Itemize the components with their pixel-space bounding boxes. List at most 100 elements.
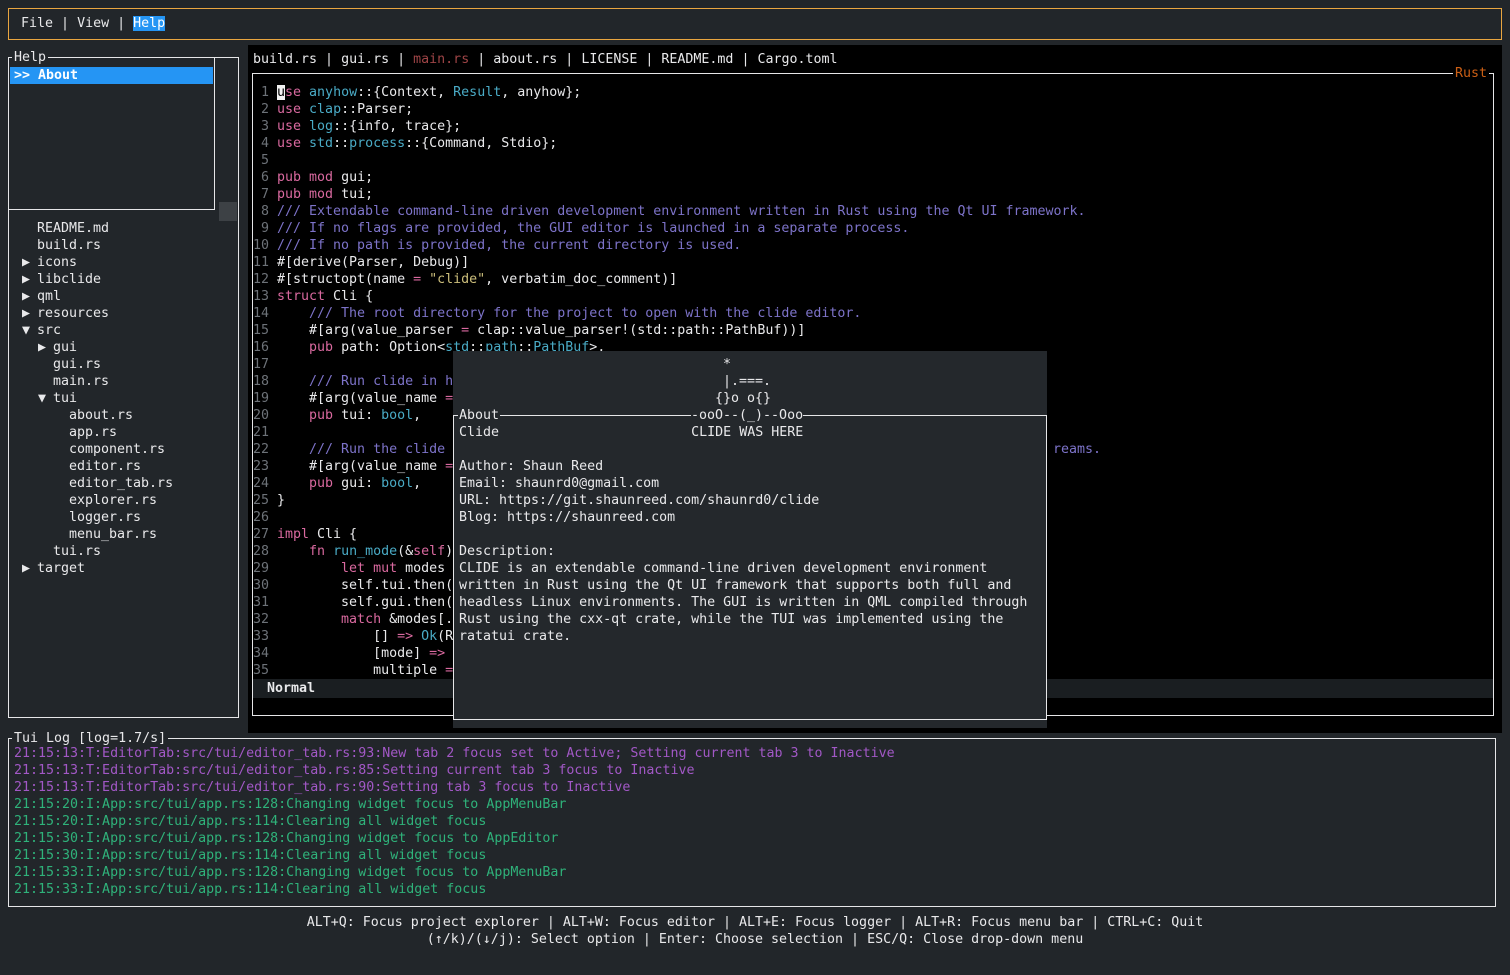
tree-item-label: app.rs — [69, 425, 117, 440]
tree-item-label: component.rs — [69, 442, 165, 457]
tree-item-editor-tab-rs[interactable]: editor_tab.rs — [14, 475, 236, 492]
code-line: 4use std::process::{Command, Stdio}; — [253, 135, 1493, 152]
log-entry: 21:15:30:I:App:src/tui/app.rs:128:Changi… — [14, 830, 1493, 847]
tab-gui-rs[interactable]: gui.rs — [341, 52, 389, 67]
tree-item-tui-rs[interactable]: tui.rs — [14, 543, 236, 560]
tree-item-label: src — [37, 323, 61, 338]
line-number: 21 — [253, 424, 269, 441]
log-entry: 21:15:20:I:App:src/tui/app.rs:114:Cleari… — [14, 813, 1493, 830]
line-number: 6 — [253, 169, 269, 186]
line-number: 31 — [253, 594, 269, 611]
tree-item-label: main.rs — [53, 374, 109, 389]
tree-item-label: gui.rs — [53, 357, 101, 372]
log-lines: 21:15:13:T:EditorTab:src/tui/editor_tab.… — [14, 745, 1493, 898]
tree-item-label: gui — [53, 340, 77, 355]
line-number: 17 — [253, 356, 269, 373]
tab-main-rs[interactable]: main.rs — [413, 52, 469, 67]
code-line: 10/// If no path is provided, the curren… — [253, 237, 1493, 254]
tab-license[interactable]: LICENSE — [581, 52, 637, 67]
chevron-collapsed-icon: ▶ — [22, 560, 37, 577]
menu-items: File | View | Help — [21, 15, 165, 32]
tree-item-icons[interactable]: ▶icons — [14, 254, 236, 271]
tree-item-qml[interactable]: ▶qml — [14, 288, 236, 305]
line-number: 8 — [253, 203, 269, 220]
line-number: 5 — [253, 152, 269, 169]
tree-item-editor-rs[interactable]: editor.rs — [14, 458, 236, 475]
log-entry: 21:15:20:I:App:src/tui/app.rs:128:Changi… — [14, 796, 1493, 813]
tree-item-logger-rs[interactable]: logger.rs — [14, 509, 236, 526]
chevron-collapsed-icon: ▶ — [22, 305, 37, 322]
line-number: 25 — [253, 492, 269, 509]
tree-item-label: README.md — [37, 221, 109, 236]
tree-item-explorer-rs[interactable]: explorer.rs — [14, 492, 236, 509]
tree-item-build-rs[interactable]: build.rs — [14, 237, 236, 254]
tree-item-src[interactable]: ▼src — [14, 322, 236, 339]
tab-readme-md[interactable]: README.md — [661, 52, 733, 67]
chevron-expanded-icon: ▼ — [38, 390, 53, 407]
menu-item-help[interactable]: Help — [133, 16, 165, 31]
menu-item-file[interactable]: File — [21, 16, 53, 31]
line-number: 15 — [253, 322, 269, 339]
code-line: 12#[structopt(name = "clide", verbatim_d… — [253, 271, 1493, 288]
line-number: 10 — [253, 237, 269, 254]
chevron-collapsed-icon: ▶ — [22, 288, 37, 305]
shortcut-line-1: ALT+Q: Focus project explorer | ALT+W: F… — [0, 914, 1510, 931]
tree-item-label: icons — [37, 255, 77, 270]
dropdown-item-about[interactable]: >> About — [10, 67, 213, 84]
explorer-scrollbar-thumb[interactable] — [219, 202, 237, 221]
line-number: 13 — [253, 288, 269, 305]
line-number: 9 — [253, 220, 269, 237]
code-line: 8/// Extendable command-line driven deve… — [253, 203, 1493, 220]
tree-item-component-rs[interactable]: component.rs — [14, 441, 236, 458]
tab-separator: | — [389, 52, 413, 67]
tree-item-resources[interactable]: ▶resources — [14, 305, 236, 322]
tree-item-label: build.rs — [37, 238, 101, 253]
editor-tab-bar: build.rs | gui.rs | main.rs | about.rs |… — [253, 51, 838, 68]
editor-mode-indicator: Normal — [267, 680, 315, 697]
tab-separator: | — [469, 52, 493, 67]
ascii-art-mascot: * |.===. {}o o{} — [691, 356, 771, 407]
tree-item-label: tui — [53, 391, 77, 406]
tree-item-label: about.rs — [69, 408, 133, 423]
line-number: 18 — [253, 373, 269, 390]
tree-item-main-rs[interactable]: main.rs — [14, 373, 236, 390]
tree-item-tui[interactable]: ▼tui — [14, 390, 236, 407]
tree-item-label: editor.rs — [69, 459, 141, 474]
code-line: 15 #[arg(value_parser = clap::value_pars… — [253, 322, 1493, 339]
tree-item-app-rs[interactable]: app.rs — [14, 424, 236, 441]
about-popup-box: About -ooO--(_)--Ooo Clide CLIDE WAS HER… — [453, 415, 1047, 720]
tree-item-menu-bar-rs[interactable]: menu_bar.rs — [14, 526, 236, 543]
tree-item-label: resources — [37, 306, 109, 321]
tree-item-gui-rs[interactable]: gui.rs — [14, 356, 236, 373]
line-number: 23 — [253, 458, 269, 475]
tab-separator: | — [637, 52, 661, 67]
line-number: 1 — [253, 84, 269, 101]
log-entry: 21:15:33:I:App:src/tui/app.rs:114:Cleari… — [14, 881, 1493, 898]
log-entry: 21:15:13:T:EditorTab:src/tui/editor_tab.… — [14, 762, 1493, 779]
chevron-expanded-icon: ▼ — [22, 322, 37, 339]
line-number: 3 — [253, 118, 269, 135]
help-dropdown-title: Help — [12, 49, 48, 66]
language-badge: Rust — [1453, 65, 1489, 82]
line-number: 29 — [253, 560, 269, 577]
line-number: 14 — [253, 305, 269, 322]
tab-separator: | — [557, 52, 581, 67]
about-popup: * |.===. {}o o{} About -ooO--(_)--Ooo Cl… — [453, 351, 1047, 728]
tree-item-about-rs[interactable]: about.rs — [14, 407, 236, 424]
menu-item-view[interactable]: View — [77, 16, 109, 31]
line-number: 22 — [253, 441, 269, 458]
tree-item-libclide[interactable]: ▶libclide — [14, 271, 236, 288]
tree-item-gui[interactable]: ▶gui — [14, 339, 236, 356]
tab-build-rs[interactable]: build.rs — [253, 52, 317, 67]
tab-cargo-toml[interactable]: Cargo.toml — [757, 52, 837, 67]
tab-separator: | — [733, 52, 757, 67]
tree-item-target[interactable]: ▶target — [14, 560, 236, 577]
line-number: 19 — [253, 390, 269, 407]
tree-item-readme-md[interactable]: README.md — [14, 220, 236, 237]
log-entry: 21:15:13:T:EditorTab:src/tui/editor_tab.… — [14, 745, 1493, 762]
tree-item-label: editor_tab.rs — [69, 476, 173, 491]
line-number: 30 — [253, 577, 269, 594]
line-number: 11 — [253, 254, 269, 271]
code-line: 7pub mod tui; — [253, 186, 1493, 203]
tab-about-rs[interactable]: about.rs — [493, 52, 557, 67]
